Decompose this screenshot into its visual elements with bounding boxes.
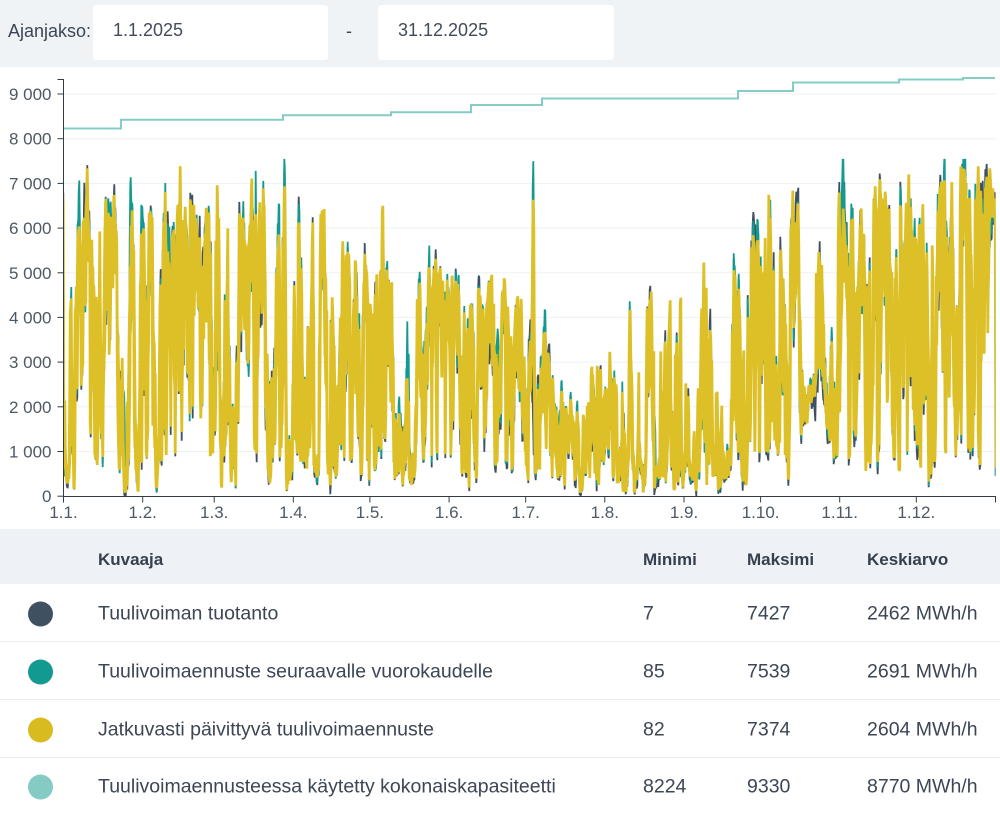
svg-text:3 000: 3 000 — [9, 353, 52, 372]
svg-text:1.11.: 1.11. — [821, 503, 858, 522]
svg-text:9 000: 9 000 — [9, 85, 52, 104]
svg-text:1 000: 1 000 — [9, 443, 52, 462]
svg-text:1.10.: 1.10. — [742, 503, 780, 522]
svg-text:1.4.: 1.4. — [279, 503, 307, 522]
svg-text:2 000: 2 000 — [9, 398, 52, 417]
svg-text:1.7.: 1.7. — [512, 503, 540, 522]
svg-text:1.5.: 1.5. — [356, 503, 384, 522]
svg-text:1.2.: 1.2. — [129, 503, 157, 522]
svg-text:1.6.: 1.6. — [435, 503, 463, 522]
svg-text:7 000: 7 000 — [9, 174, 52, 193]
svg-text:4 000: 4 000 — [9, 308, 52, 327]
svg-text:5 000: 5 000 — [9, 264, 52, 283]
svg-text:8 000: 8 000 — [9, 130, 52, 149]
svg-text:1.9.: 1.9. — [670, 503, 698, 522]
svg-text:1.1.: 1.1. — [49, 503, 77, 522]
svg-text:1.12.: 1.12. — [897, 503, 935, 522]
svg-text:1.8.: 1.8. — [591, 503, 619, 522]
svg-text:1.3.: 1.3. — [200, 503, 228, 522]
svg-text:6 000: 6 000 — [9, 219, 52, 238]
